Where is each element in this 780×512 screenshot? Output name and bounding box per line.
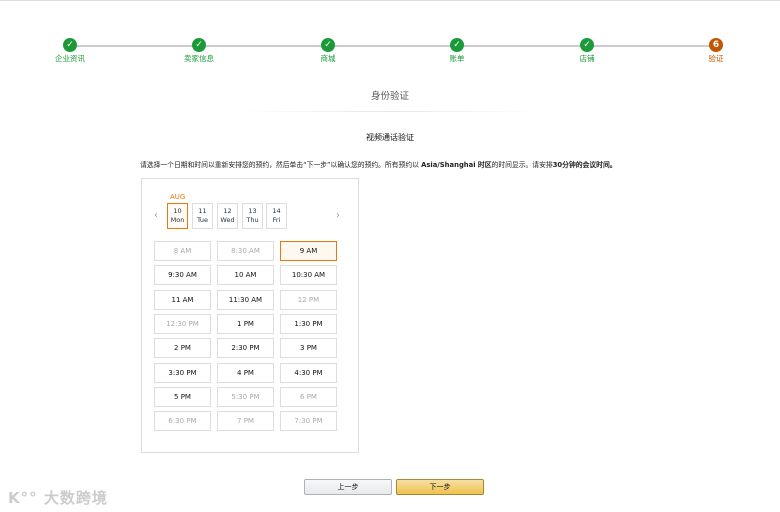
date-day: 11	[198, 207, 207, 215]
time-slot[interactable]: 10 AM	[217, 265, 274, 286]
divider	[240, 111, 540, 112]
next-dates-arrow-icon[interactable]: ›	[336, 210, 340, 221]
time-slot: 7 PM	[217, 411, 274, 432]
date-weekday: Mon	[170, 216, 185, 224]
section-title: 视频通话验证	[366, 133, 414, 142]
step-4: ✓ 账单	[427, 38, 487, 64]
date-option[interactable]: 11 Tue	[192, 203, 213, 229]
date-day: 12	[223, 207, 232, 215]
check-icon: ✓	[450, 38, 464, 52]
time-slot[interactable]: 9:30 AM	[154, 265, 211, 286]
time-slot[interactable]: 11:30 AM	[217, 289, 274, 310]
check-icon: ✓	[321, 38, 335, 52]
step-label: 卖家信息	[184, 54, 214, 63]
date-weekday: Fri	[272, 216, 281, 224]
step-5: ✓ 店铺	[557, 38, 617, 64]
time-slot: 12:30 PM	[154, 313, 211, 334]
check-icon: ✓	[580, 38, 594, 52]
date-weekday: Wed	[220, 216, 235, 224]
time-slot[interactable]: 4:30 PM	[280, 362, 337, 383]
time-slot[interactable]: 1 PM	[217, 313, 274, 334]
time-slot: 8:30 AM	[217, 241, 274, 261]
time-slot[interactable]: 2:30 PM	[217, 338, 274, 359]
check-icon: ✓	[192, 38, 206, 52]
instruction-text: 请选择一个日期和时间以重新安排您的预约，然后单击“下一步”以确认您的预约。所有预…	[140, 161, 617, 169]
step-label: 商城	[320, 54, 336, 63]
date-option[interactable]: 13 Thu	[242, 203, 263, 229]
date-day: 10	[173, 207, 182, 215]
time-slot: 7:30 PM	[280, 411, 337, 432]
progress-line	[70, 45, 716, 47]
date-option[interactable]: 10 Mon	[167, 203, 188, 229]
date-day: 14	[272, 207, 281, 215]
date-weekday: Thu	[246, 216, 259, 224]
time-slot[interactable]: 9 AM	[280, 241, 337, 261]
time-slot: 6 PM	[280, 386, 337, 407]
time-slot: 5:30 PM	[217, 386, 274, 407]
time-slot: 12 PM	[280, 289, 337, 310]
progress-steps: ✓ 企业资讯 ✓ 卖家信息 ✓ 商城 ✓ 账单 ✓ 店铺 6 验证	[0, 38, 780, 68]
time-slot[interactable]: 5 PM	[154, 386, 211, 407]
date-option[interactable]: 12 Wed	[217, 203, 238, 229]
step-1: ✓ 企业资讯	[40, 38, 100, 64]
step-3: ✓ 商城	[298, 38, 358, 64]
date-day: 13	[248, 207, 257, 215]
date-option[interactable]: 14 Fri	[266, 203, 287, 229]
month-label: AUG	[170, 193, 186, 201]
watermark-logo: K°° 大数跨境	[8, 489, 108, 507]
time-slot: 8 AM	[154, 241, 211, 261]
step-label: 验证	[708, 54, 724, 63]
next-step-button[interactable]: 下一步	[396, 479, 484, 495]
time-slot[interactable]: 11 AM	[154, 289, 211, 310]
prev-dates-arrow-icon[interactable]: ‹	[154, 210, 158, 221]
previous-step-button[interactable]: 上一步	[304, 479, 392, 495]
page-title: 身份验证	[370, 91, 409, 102]
step-label: 账单	[449, 54, 465, 63]
step-number: 6	[709, 38, 723, 52]
step-label: 企业资讯	[55, 54, 85, 63]
step-2: ✓ 卖家信息	[169, 38, 229, 64]
check-icon: ✓	[63, 38, 77, 52]
time-slot[interactable]: 3:30 PM	[154, 362, 211, 383]
time-slot: 6:30 PM	[154, 411, 211, 432]
time-slot[interactable]: 10:30 AM	[280, 265, 337, 286]
time-slot[interactable]: 4 PM	[217, 362, 274, 383]
time-slot[interactable]: 2 PM	[154, 338, 211, 359]
date-weekday: Tue	[196, 216, 209, 224]
step-label: 店铺	[579, 54, 595, 63]
time-slot[interactable]: 3 PM	[280, 338, 337, 359]
step-6: 6 验证	[686, 38, 746, 64]
calendar-picker: AUG ‹ › 10 Mon 11 Tue 12 Wed 13 Thu 14 Fri 8 AM 8:3…	[141, 178, 359, 453]
time-slot[interactable]: 1:30 PM	[280, 313, 337, 334]
